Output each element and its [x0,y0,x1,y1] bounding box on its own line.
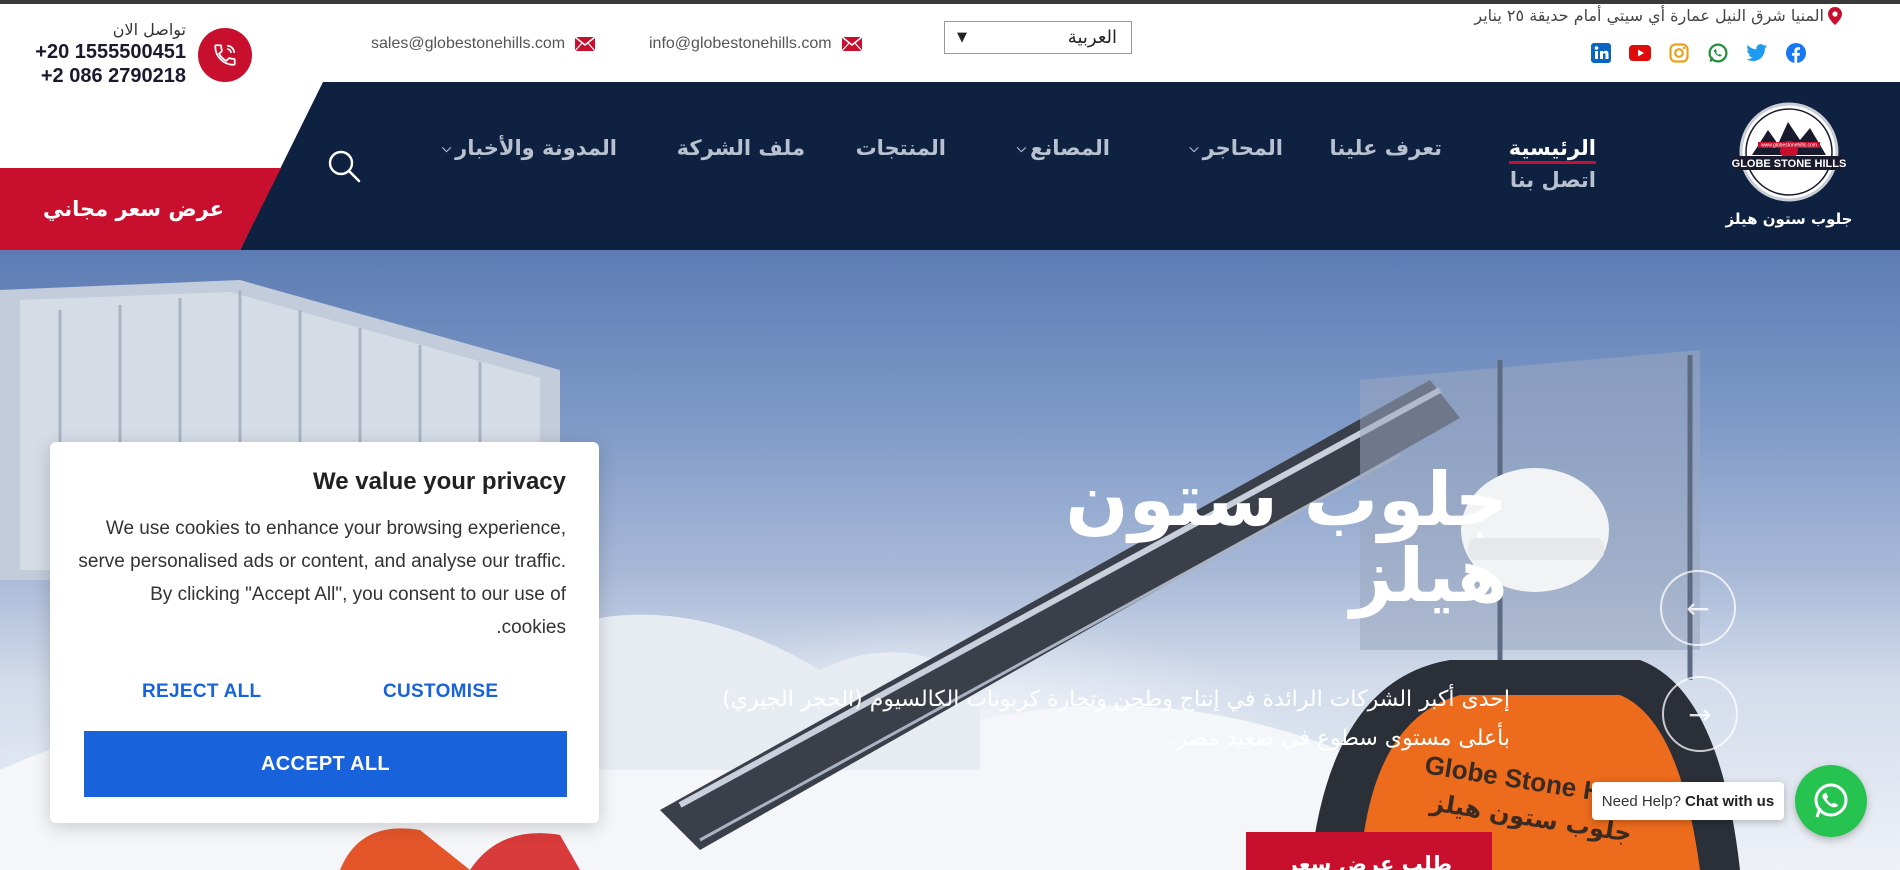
nav-products-label: المنتجات [855,136,946,160]
whatsapp-help-pill[interactable]: Need Help? Chat with us [1592,782,1784,820]
phone-number-primary[interactable]: +20 1555500451 [20,40,186,64]
reject-all-button[interactable]: REJECT ALL [142,681,261,703]
address: المنيا شرق النيل عمارة أي سيتي أمام حديق… [1474,6,1842,25]
free-quote-label: عرض سعر مجاني [43,197,225,221]
nav-blog-news[interactable]: المدونة والأخبار ⌵ [442,136,617,160]
customise-button[interactable]: CUSTOMISE [383,681,498,703]
free-quote-button[interactable]: عرض سعر مجاني [0,168,281,250]
cookie-consent-banner: We value your privacy We use cookies to … [50,442,599,823]
chevron-down-icon: ⌵ [1016,140,1027,155]
whatsapp-help-action: Chat with us [1685,792,1775,810]
hero-title: جلوب ستون هيلز [1065,457,1508,619]
address-text: المنيا شرق النيل عمارة أي سيتي أمام حديق… [1474,6,1824,25]
nav-home-label: الرئيسية [1508,136,1596,164]
nav-products[interactable]: المنتجات [856,136,946,160]
chevron-down-icon: ⌵ [442,140,452,155]
hero-subtitle: إحدى أكبر الشركات الرائدة في إنتاج وطحن … [722,687,1510,751]
whatsapp-icon[interactable] [1707,42,1729,64]
logo-name-en: GLOBE STONE HILLS [1732,158,1847,170]
phone-icon[interactable] [198,28,252,82]
social-links [1590,42,1807,64]
dropdown-arrow-icon: ▼ [957,30,967,45]
phone-number-secondary[interactable]: +2 086 2790218 [20,64,186,88]
nav-quarries-label: المحاجر [1202,136,1283,160]
main-nav: الرئيسية اتصل بنا تعرف علينا المحاجر ⌵ ال… [442,136,1596,206]
location-pin-icon [1828,6,1842,25]
site-logo[interactable]: www.globestonehills.com GLOBE STONE HILL… [1724,100,1854,230]
nav-company-profile-label: ملف الشركة [676,136,805,160]
slider-next-arrow-icon[interactable]: → [1662,676,1738,752]
nav-quarries[interactable]: المحاجر ⌵ [1190,136,1284,160]
contact-label: تواصل الان [112,20,186,39]
nav-about-label: تعرف علينا [1329,136,1442,160]
nav-contact[interactable]: اتصل بنا [1510,168,1596,192]
mail-icon [575,37,596,51]
whatsapp-help-prompt: Need Help? [1601,792,1682,810]
nav-factories-label: المصانع [1030,136,1110,160]
twitter-icon[interactable] [1746,42,1768,64]
email-info-link[interactable]: info@globestonehills.com [649,33,862,55]
request-quote-button[interactable]: طلب عرض سعر [1246,832,1492,870]
nav-factories[interactable]: المصانع ⌵ [1017,136,1110,160]
language-select[interactable]: ▼ العربية [944,21,1132,54]
mail-icon [841,37,862,51]
accept-all-button[interactable]: ACCEPT ALL [84,731,567,797]
slider-prev-arrow-icon[interactable]: ← [1660,570,1736,646]
contact-block: تواصل الان +20 1555500451 +2 086 2790218 [20,20,252,90]
youtube-icon[interactable] [1629,42,1651,64]
nav-contact-label: اتصل بنا [1509,168,1596,192]
nav-company-profile[interactable]: ملف الشركة [677,136,805,160]
whatsapp-icon [1814,783,1848,818]
cookie-body: We use cookies to enhance your browsing … [78,518,566,638]
chevron-down-icon: ⌵ [1189,140,1199,155]
search-icon[interactable] [326,148,362,184]
logo-url: www.globestonehills.com [1761,143,1817,149]
nav-about[interactable]: تعرف علينا [1330,136,1442,160]
email-sales-link[interactable]: sales@globestonehills.com [371,33,596,55]
linkedin-icon[interactable] [1590,42,1612,64]
contact-texts: تواصل الان +20 1555500451 +2 086 2790218 [20,20,186,88]
email-info-text: info@globestonehills.com [649,35,832,52]
instagram-icon[interactable] [1668,42,1690,64]
cookie-title: We value your privacy [312,468,566,495]
logo-name-ar: جلوب ستون هيلز [1725,210,1853,228]
top-rule [0,0,1900,4]
facebook-icon[interactable] [1785,42,1807,64]
nav-blog-news-label: المدونة والأخبار [455,136,617,160]
language-selected: العربية [1067,27,1117,48]
nav-home[interactable]: الرئيسية [1508,136,1596,164]
whatsapp-chat-button[interactable] [1795,765,1867,837]
email-sales-text: sales@globestonehills.com [371,35,566,52]
